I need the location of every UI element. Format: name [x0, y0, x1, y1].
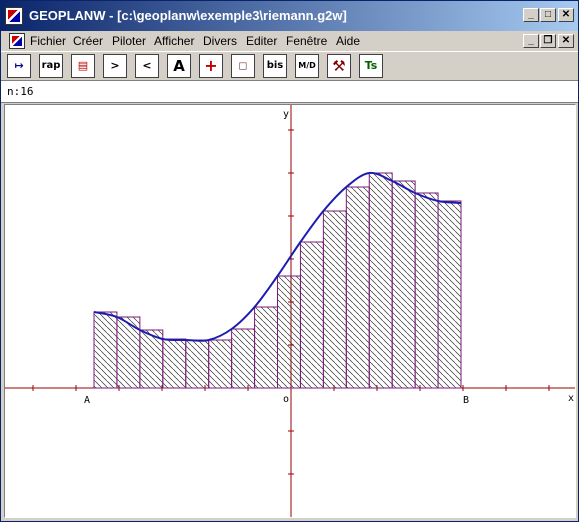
riemann-rectangle [414, 192, 439, 389]
ts-icon[interactable]: Ts [359, 54, 383, 78]
md-icon[interactable]: M/D [295, 54, 319, 78]
doc-close-button[interactable]: ✕ [558, 34, 574, 48]
menu-bar: Fichier Créer Piloter Afficher Divers Ed… [1, 31, 578, 51]
menu-aide[interactable]: Aide [336, 34, 360, 48]
document-icon[interactable] [9, 33, 25, 49]
menu-piloter[interactable]: Piloter [112, 34, 146, 48]
title-bar[interactable]: GEOPLANW - [c:\geoplanw\exemple3\riemann… [1, 1, 578, 31]
riemann-rectangle [437, 200, 462, 389]
menu-editer[interactable]: Editer [246, 34, 277, 48]
riemann-rectangle [208, 339, 233, 389]
riemann-rectangle [299, 241, 324, 389]
toolbar: ↦ rap ▤ > < A + ◻ bis M/D ⚒ Ts [1, 51, 578, 81]
drawing-canvas[interactable]: y x o A B [4, 104, 576, 518]
app-window: GEOPLANW - [c:\geoplanw\exemple3\riemann… [0, 0, 579, 522]
next-icon[interactable]: > [103, 54, 127, 78]
doc-minimize-button[interactable]: _ [523, 34, 539, 48]
riemann-rectangle [391, 180, 416, 389]
rap-button[interactable]: rap [39, 54, 63, 78]
geoplan-app-icon[interactable] [5, 7, 23, 25]
menu-creer[interactable]: Créer [73, 34, 103, 48]
menu-fichier[interactable]: Fichier [30, 34, 66, 48]
riemann-plot[interactable]: y x o A B [5, 105, 575, 517]
riemann-rectangle [345, 186, 370, 389]
bis-button[interactable]: bis [263, 54, 287, 78]
hammer-icon[interactable]: ⚒ [327, 54, 351, 78]
point-b-label: B [463, 395, 469, 406]
palette-icon[interactable]: ▤ [71, 54, 95, 78]
riemann-rectangle [93, 311, 118, 389]
origin-label: o [283, 394, 289, 405]
status-field: n:16 [1, 81, 578, 103]
close-button[interactable]: ✕ [558, 8, 574, 22]
riemann-rectangle [254, 306, 278, 389]
maximize-button[interactable]: □ [540, 8, 556, 22]
riemann-rectangle [277, 275, 301, 389]
window-title: GEOPLANW - [c:\geoplanw\exemple3\riemann… [29, 8, 347, 23]
menu-fenetre[interactable]: Fenêtre [286, 34, 327, 48]
riemann-rectangle [368, 172, 393, 389]
menu-divers[interactable]: Divers [203, 34, 237, 48]
execute-arrow-icon[interactable]: ↦ [7, 54, 31, 78]
point-a-label: A [84, 395, 90, 406]
y-axis-label: y [283, 109, 289, 120]
riemann-rectangle [231, 328, 256, 389]
frame-icon[interactable]: ◻ [231, 54, 255, 78]
menu-afficher[interactable]: Afficher [154, 34, 194, 48]
riemann-rectangle [185, 339, 210, 389]
status-text: n:16 [7, 85, 34, 98]
text-a-icon[interactable]: A [167, 54, 191, 78]
riemann-rectangle [322, 210, 347, 389]
doc-restore-button[interactable]: ❐ [540, 34, 556, 48]
minimize-button[interactable]: _ [523, 8, 539, 22]
x-axis-label: x [568, 393, 574, 404]
previous-icon[interactable]: < [135, 54, 159, 78]
riemann-rectangle [162, 338, 187, 389]
axes-icon[interactable]: + [199, 54, 223, 78]
